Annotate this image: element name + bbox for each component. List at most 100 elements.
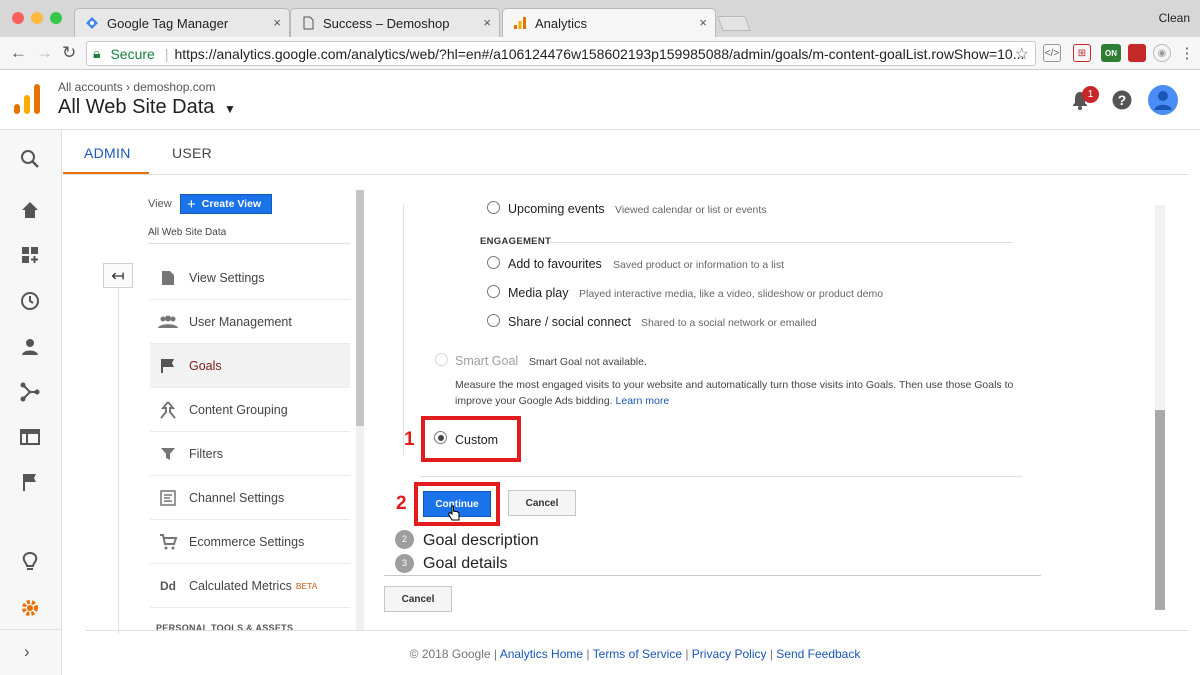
menu-item-calculated-metrics[interactable]: Dd Calculated Metrics BETA [150, 564, 350, 608]
page-footer: © 2018 Google | Analytics Home | Terms o… [0, 647, 1200, 661]
footer-separator: | [490, 647, 500, 661]
browser-tab-gtm[interactable]: Google Tag Manager × [74, 8, 290, 37]
annotation-step-2: 2 [396, 493, 407, 514]
admin-gear-icon[interactable] [19, 597, 41, 619]
footer-separator: | [682, 647, 692, 661]
menu-item-view-settings[interactable]: View Settings [150, 256, 350, 300]
annotation-step-1: 1 [404, 429, 415, 450]
minimize-window-icon[interactable] [31, 12, 43, 24]
analytics-home-link[interactable]: Analytics Home [500, 647, 583, 661]
back-arrow-icon[interactable]: ← [10, 43, 27, 63]
back-arrow-icon: ↤ [111, 267, 125, 285]
terms-of-service-link[interactable]: Terms of Service [593, 647, 682, 661]
flag-extension-icon[interactable] [1128, 44, 1146, 62]
reload-icon[interactable]: ↻ [62, 43, 76, 63]
create-view-button[interactable]: + Create View [180, 194, 272, 214]
divider [403, 205, 404, 455]
avatar[interactable] [1148, 85, 1178, 115]
menu-item-content-grouping[interactable]: Content Grouping [150, 388, 350, 432]
breadcrumb-property[interactable]: demoshop.com [133, 80, 215, 94]
bottom-cancel-button[interactable]: Cancel [384, 586, 452, 612]
person-icon[interactable] [19, 336, 41, 358]
people-icon [158, 315, 178, 328]
tab-admin[interactable]: ADMIN [84, 145, 131, 161]
close-window-icon[interactable] [12, 12, 24, 24]
smart-goal-status: Smart Goal not available. [529, 356, 647, 368]
svg-text:?: ? [1118, 92, 1127, 108]
analytics-header: All accounts › demoshop.com All Web Site… [0, 71, 1200, 130]
help-icon[interactable]: ? [1112, 90, 1132, 110]
menu-item-label: User Management [189, 314, 292, 329]
home-icon[interactable] [19, 199, 41, 221]
tab-user[interactable]: USER [172, 145, 212, 161]
analytics-favicon-icon [514, 17, 526, 29]
close-tab-icon[interactable]: × [273, 15, 281, 30]
menu-item-ecommerce-settings[interactable]: Ecommerce Settings [150, 520, 350, 564]
forward-arrow-icon[interactable]: → [36, 43, 53, 63]
option-description: Played interactive media, like a video, … [579, 288, 884, 300]
breadcrumb[interactable]: All accounts › demoshop.com [58, 80, 215, 94]
smart-goal-radio [435, 353, 448, 366]
conversions-flag-icon[interactable] [19, 471, 41, 493]
close-tab-icon[interactable]: × [699, 15, 707, 30]
view-name-selector[interactable]: All Web Site Data [148, 227, 226, 238]
address-bar[interactable]: 🔒︎ Secure | https://analytics.google.com… [86, 41, 1036, 66]
option-label: Upcoming events [508, 202, 605, 216]
browser-profile-name[interactable]: Clean [1159, 11, 1190, 25]
plus-icon: + [187, 195, 196, 213]
divider [550, 242, 1012, 243]
search-icon[interactable] [19, 148, 41, 170]
footer-separator: | [583, 647, 593, 661]
bookmark-star-icon[interactable]: ☆ [1015, 44, 1029, 64]
close-tab-icon[interactable]: × [483, 15, 491, 30]
cancel-button[interactable]: Cancel [508, 490, 576, 516]
ghost-extension-icon[interactable]: ◉ [1153, 44, 1171, 62]
breadcrumb-separator: › [126, 80, 131, 94]
menu-item-label: Content Grouping [189, 402, 288, 417]
view-label: View [148, 198, 172, 210]
divider [118, 288, 119, 633]
left-scrollbar-thumb[interactable] [356, 190, 364, 426]
clock-icon[interactable] [19, 290, 41, 312]
browser-tab-demoshop[interactable]: Success – Demoshop × [290, 8, 500, 37]
menu-dots-icon[interactable]: ⋮ [1178, 44, 1196, 62]
notification-count-badge: 1 [1082, 86, 1099, 103]
customization-icon[interactable] [19, 244, 41, 266]
divider [384, 575, 1041, 576]
browser-tab-analytics[interactable]: Analytics × [502, 8, 716, 37]
smart-goal-label: Smart Goal [455, 354, 519, 368]
custom-goal-radio[interactable] [434, 431, 447, 444]
tag-extension-icon[interactable]: ⊞ [1073, 44, 1091, 62]
option-description: Viewed calendar or list or events [615, 204, 767, 216]
menu-item-filters[interactable]: Filters [150, 432, 350, 476]
add-to-favourites-radio[interactable] [487, 256, 500, 269]
maximize-window-icon[interactable] [50, 12, 62, 24]
learn-more-link[interactable]: Learn more [616, 395, 670, 407]
menu-item-channel-settings[interactable]: Channel Settings [150, 476, 350, 520]
privacy-policy-link[interactable]: Privacy Policy [692, 647, 767, 661]
view-selector[interactable]: All Web Site Data ▼ [58, 96, 236, 119]
menu-item-user-management[interactable]: User Management [150, 300, 350, 344]
breadcrumb-root[interactable]: All accounts [58, 80, 123, 94]
document-icon [162, 270, 174, 285]
acquisition-icon[interactable] [19, 381, 41, 403]
step-3-circle: 3 [395, 554, 414, 573]
code-extension-icon[interactable]: </> [1043, 44, 1061, 62]
channel-icon [160, 489, 176, 506]
behavior-icon[interactable] [19, 426, 41, 448]
menu-item-label: Filters [189, 446, 224, 461]
lightbulb-icon[interactable] [19, 551, 41, 573]
on-toggle-extension-icon[interactable]: ON [1101, 44, 1121, 62]
copyright-text: © 2018 Google [409, 647, 491, 661]
new-tab-button[interactable] [717, 16, 751, 31]
right-scrollbar-thumb[interactable] [1155, 410, 1165, 610]
media-play-radio[interactable] [487, 285, 500, 298]
share-social-connect-radio[interactable] [487, 314, 500, 327]
flag-icon [161, 358, 174, 373]
menu-item-label: Calculated Metrics [189, 578, 292, 593]
goal-template-radio[interactable] [487, 201, 500, 214]
send-feedback-link[interactable]: Send Feedback [776, 647, 860, 661]
back-arrow-button[interactable]: ↤ [103, 263, 133, 288]
analytics-logo-icon [14, 84, 40, 114]
menu-item-goals[interactable]: Goals [150, 344, 350, 388]
